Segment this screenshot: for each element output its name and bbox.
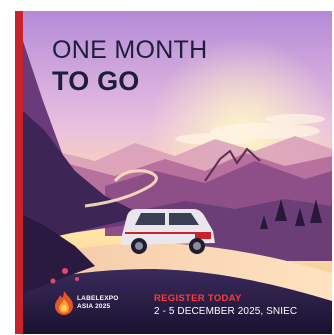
labelexpo-logo: LABELEXPO ASIA 2025 [53, 290, 133, 322]
logo-subtitle: ASIA 2025 [77, 303, 111, 310]
flame-logo-icon [55, 291, 73, 315]
register-today-text: REGISTER TODAY [154, 293, 242, 304]
logo-name: LABELEXPO [77, 295, 119, 302]
event-poster: ONE MONTH TO GO LABELEXPO ASIA 2025 REGI… [15, 11, 332, 334]
headline-line-2: TO GO [52, 66, 140, 96]
headline: ONE MONTH TO GO [52, 38, 207, 95]
headline-line-1: ONE MONTH [52, 36, 208, 64]
event-dates: 2 - 5 DECEMBER 2025, SNIEC [154, 306, 298, 317]
accent-bar [15, 11, 23, 334]
